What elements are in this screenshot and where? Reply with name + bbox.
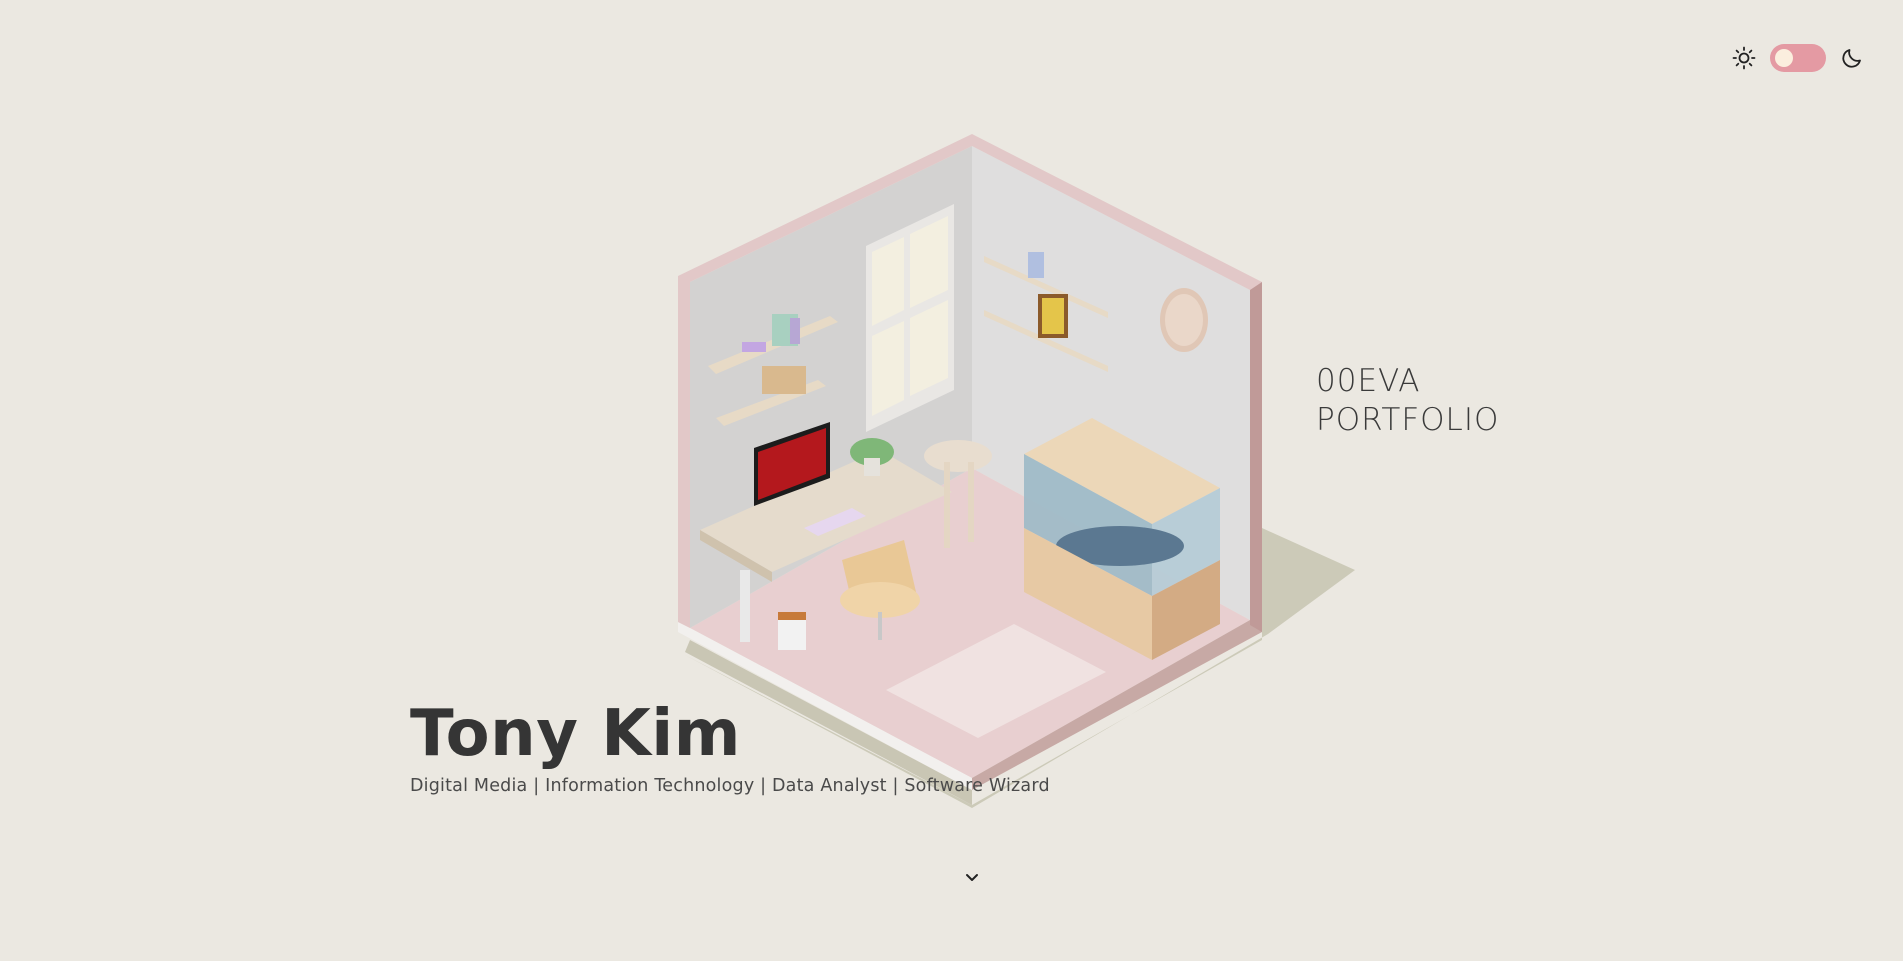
portfolio-brand: 00EVA PORTFOLIO [1316, 362, 1499, 440]
shelf-books [772, 314, 798, 346]
plant-leaves [850, 438, 894, 466]
left-shelf-top [708, 316, 838, 374]
theme-controls [1732, 44, 1864, 72]
hero-name: Tony Kim [410, 697, 741, 771]
portfolio-page: 00EVA PORTFOLIO Tony Kim Digital Media |… [0, 0, 1903, 961]
aquarium-cabinet-right [1152, 560, 1220, 660]
window-pane-4 [910, 300, 948, 396]
aquarium-cabinet-left [1024, 528, 1152, 660]
desk-front [700, 530, 772, 582]
shelf-books-right [1028, 252, 1044, 278]
window-pane-1 [872, 237, 904, 326]
right-wall-side [1250, 282, 1262, 632]
left-shelf-bottom [716, 380, 826, 426]
brand-line-2: PORTFOLIO [1316, 402, 1500, 438]
right-shelf-top [984, 256, 1108, 318]
desk-top [700, 450, 952, 572]
window-pane-3 [872, 321, 904, 416]
toggle-knob [1775, 49, 1793, 67]
window-frame [866, 204, 954, 432]
aquarium-rocks [1056, 526, 1184, 566]
trash-bin [778, 614, 806, 650]
brand-line-1: 00EVA [1316, 363, 1421, 399]
sun-icon[interactable] [1732, 46, 1756, 70]
wall-clock [1160, 288, 1208, 352]
isometric-room-illustration [678, 134, 1355, 808]
monitor [754, 422, 830, 506]
side-table [924, 440, 992, 472]
left-wall [690, 146, 972, 628]
keyboard [804, 508, 866, 536]
moon-icon[interactable] [1840, 46, 1864, 70]
left-wall-top [678, 134, 972, 628]
aquarium-glass-left [1024, 454, 1152, 596]
hero-subtitle: Digital Media | Information Technology |… [410, 776, 1050, 796]
right-shelf-bottom [984, 310, 1108, 372]
aquarium-glass-right [1152, 488, 1220, 596]
aquarium-lid [1024, 418, 1220, 524]
picture-frame [1038, 294, 1068, 338]
monitor-screen [758, 428, 826, 500]
chair-seat [840, 582, 920, 618]
plant-pot [864, 458, 880, 476]
window-pane-2 [910, 216, 948, 308]
hero-section: Tony Kim Digital Media | Information Tec… [410, 694, 1050, 798]
chevron-down-icon[interactable] [962, 868, 982, 888]
right-wall [972, 146, 1250, 620]
chair-back [842, 540, 916, 612]
shelf-box [762, 366, 806, 394]
theme-toggle[interactable] [1770, 44, 1826, 72]
desk-leg [740, 570, 750, 642]
right-wall-top [972, 134, 1262, 632]
